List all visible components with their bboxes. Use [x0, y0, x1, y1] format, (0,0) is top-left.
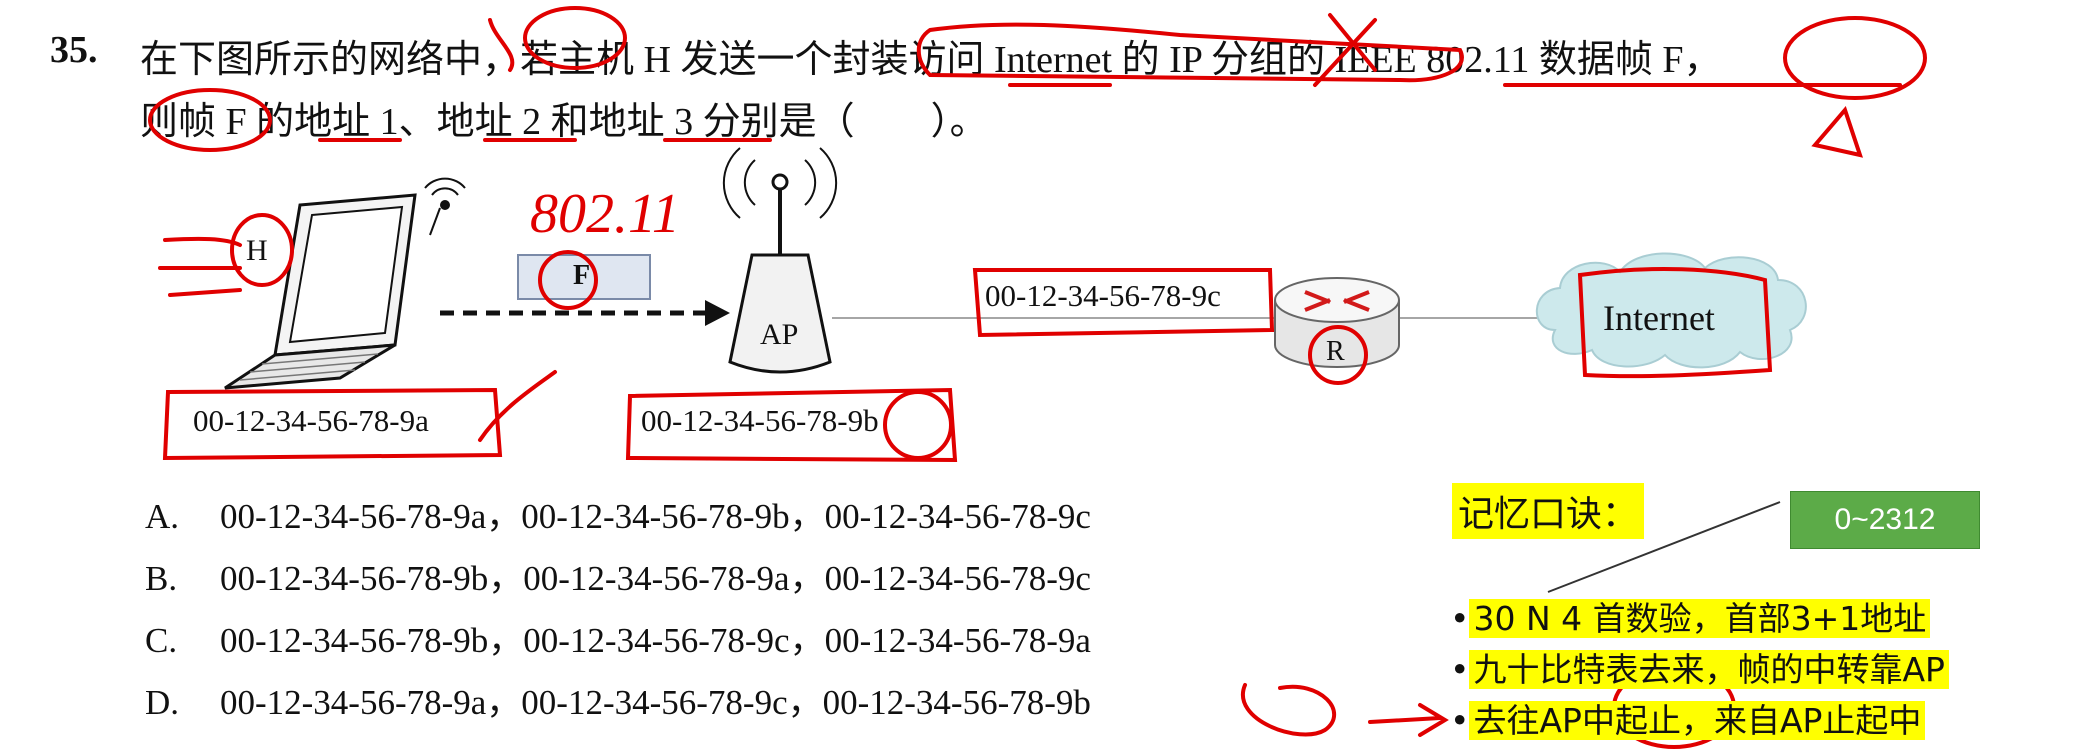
frame-label: F — [573, 260, 591, 291]
internet-label: Internet — [1603, 298, 1715, 338]
handwritten-note: 802.11 — [530, 183, 680, 245]
mnemonic-title: 记忆口诀： — [1452, 483, 1645, 539]
laptop-icon — [224, 193, 417, 390]
mnemonic-text: 去往AP中起止，来自AP止起中 — [1469, 701, 1926, 740]
option-letter: C. — [145, 621, 178, 660]
arrow-head-icon — [705, 300, 730, 326]
range-box: 0~2312 — [1790, 491, 1980, 549]
mnemonic-line-3: • 去往AP中起止，来自AP止起中 — [1450, 694, 1926, 742]
option-text: 00-12-34-56-78-9b，00-12-34-56-78-9c，00-1… — [220, 621, 1091, 660]
option-letter: A. — [145, 497, 180, 536]
host-label: H — [246, 234, 268, 267]
option-letter: D. — [145, 683, 180, 722]
option-d[interactable]: D. 00-12-34-56-78-9a，00-12-34-56-78-9c，00… — [145, 674, 1091, 725]
option-a[interactable]: A. 00-12-34-56-78-9a，00-12-34-56-78-9b，00… — [145, 488, 1091, 539]
mnemonic-text: 九十比特表去来，帧的中转靠AP — [1469, 650, 1949, 689]
option-text: 00-12-34-56-78-9a，00-12-34-56-78-9c，00-1… — [220, 683, 1091, 722]
option-letter: B. — [145, 559, 178, 598]
mnemonic-line-2: • 九十比特表去来，帧的中转靠AP — [1450, 643, 1949, 691]
option-text: 00-12-34-56-78-9b，00-12-34-56-78-9a，00-1… — [220, 559, 1091, 598]
router-mac: 00-12-34-56-78-9c — [985, 278, 1221, 313]
option-b[interactable]: B. 00-12-34-56-78-9b，00-12-34-56-78-9a，00… — [145, 550, 1091, 601]
wifi-icon-laptop — [424, 177, 466, 236]
option-c[interactable]: C. 00-12-34-56-78-9b，00-12-34-56-78-9c，00… — [145, 612, 1091, 663]
host-mac: 00-12-34-56-78-9a — [193, 403, 429, 438]
mnemonic-line-1: • 30 N 4 首数验，首部3+1地址 — [1450, 592, 1931, 640]
mnemonic-text: 30 N 4 首数验，首部3+1地址 — [1469, 599, 1931, 638]
ap-label: AP — [760, 318, 799, 351]
router-label: R — [1326, 336, 1345, 367]
option-text: 00-12-34-56-78-9a，00-12-34-56-78-9b，00-1… — [220, 497, 1091, 536]
ap-mac: 00-12-34-56-78-9b — [641, 403, 879, 438]
